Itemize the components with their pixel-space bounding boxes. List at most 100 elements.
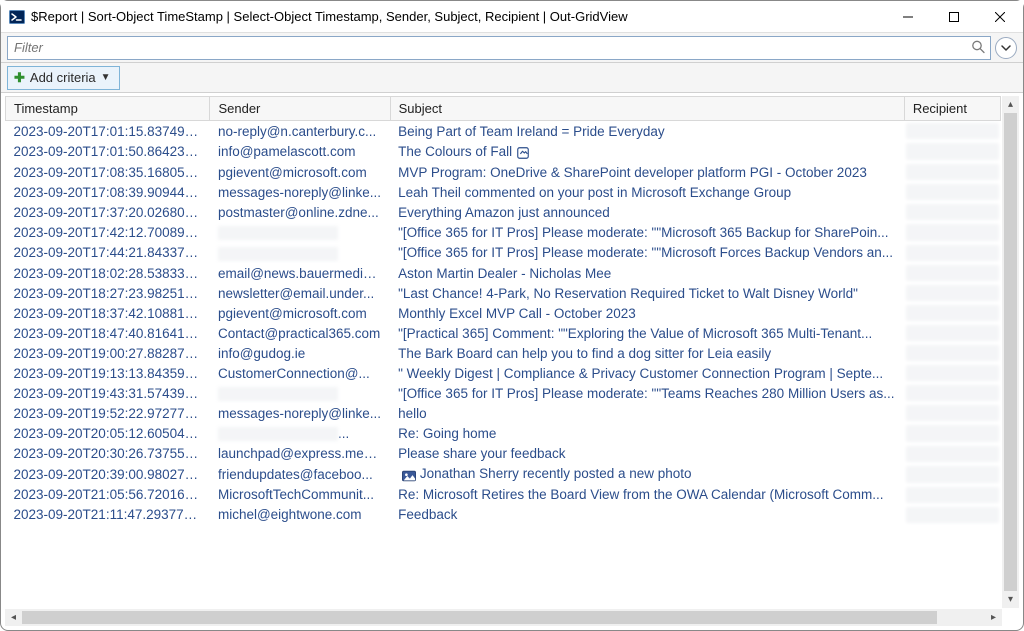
cell-timestamp: 2023-09-20T19:00:27.8828741Z [6, 343, 210, 363]
cell-sender: no-reply@n.canterbury.c... [210, 121, 390, 142]
scroll-thumb-horizontal[interactable] [22, 611, 937, 624]
cell-sender: messages-noreply@linke... [210, 182, 390, 202]
table-row[interactable]: 2023-09-20T17:08:39.9094494Zmessages-nor… [6, 182, 1001, 202]
redacted-text [906, 164, 998, 180]
cell-timestamp: 2023-09-20T19:43:31.5743977Z [6, 383, 210, 403]
cell-recipient [904, 303, 1000, 323]
column-header-recipient[interactable]: Recipient [904, 97, 1000, 121]
column-header-timestamp[interactable]: Timestamp [6, 97, 210, 121]
cell-recipient [904, 403, 1000, 423]
table-row[interactable]: 2023-09-20T18:02:28.5383311Zemail@news.b… [6, 263, 1001, 283]
scroll-left-arrow[interactable]: ◂ [5, 609, 22, 626]
cell-timestamp: 2023-09-20T18:02:28.5383311Z [6, 263, 210, 283]
redacted-text [218, 387, 338, 401]
cell-recipient [904, 162, 1000, 182]
cell-sender: CustomerConnection@... [210, 363, 390, 383]
table-row[interactable]: 2023-09-20T18:47:40.8164107ZContact@prac… [6, 323, 1001, 343]
scroll-right-arrow[interactable]: ▸ [985, 609, 1002, 626]
table-row[interactable]: 2023-09-20T17:37:20.0268048Zpostmaster@o… [6, 202, 1001, 222]
redacted-text [906, 345, 998, 361]
table-row[interactable]: 2023-09-20T19:13:13.8435997ZCustomerConn… [6, 363, 1001, 383]
scroll-up-arrow[interactable]: ▴ [1002, 96, 1019, 113]
cell-subject: "[Practical 365] Comment: ""Exploring th… [390, 323, 904, 343]
table-row[interactable]: 2023-09-20T20:05:12.6050473Z...Re: Going… [6, 423, 1001, 443]
redacted-text [218, 427, 338, 441]
cell-timestamp: 2023-09-20T17:01:15.8374959Z [6, 121, 210, 142]
cell-subject: "[Office 365 for IT Pros] Please moderat… [390, 243, 904, 263]
column-header-subject[interactable]: Subject [390, 97, 904, 121]
maximize-button[interactable] [931, 1, 977, 32]
cell-timestamp: 2023-09-20T20:39:00.9802794Z [6, 464, 210, 485]
cell-subject: Jonathan Sherry recently posted a new ph… [390, 464, 904, 485]
cell-sender: pgievent@microsoft.com [210, 162, 390, 182]
table-row[interactable]: 2023-09-20T21:05:56.7201624ZMicrosoftTec… [6, 485, 1001, 505]
cell-timestamp: 2023-09-20T17:01:50.8642389Z [6, 141, 210, 162]
redacted-text [906, 507, 998, 523]
minimize-button[interactable] [885, 1, 931, 32]
scroll-down-arrow[interactable]: ▾ [1002, 591, 1019, 608]
redacted-text [906, 123, 998, 139]
redacted-text [906, 265, 998, 281]
scroll-thumb-vertical[interactable] [1004, 113, 1017, 591]
cell-subject: MVP Program: OneDrive & SharePoint devel… [390, 162, 904, 182]
cell-timestamp: 2023-09-20T20:30:26.7375500Z [6, 444, 210, 464]
cell-sender: messages-noreply@linke... [210, 403, 390, 423]
close-button[interactable] [977, 1, 1023, 32]
cell-sender: email@news.bauermedia.... [210, 263, 390, 283]
cell-recipient [904, 464, 1000, 485]
cell-recipient [904, 222, 1000, 242]
filter-input[interactable] [7, 36, 991, 60]
table-row[interactable]: 2023-09-20T17:44:21.8433766Z"[Office 365… [6, 243, 1001, 263]
table-row[interactable]: 2023-09-20T19:43:31.5743977Z"[Office 365… [6, 383, 1001, 403]
redacted-text [218, 226, 338, 240]
table-row[interactable]: 2023-09-20T17:08:35.1680548Zpgievent@mic… [6, 162, 1001, 182]
redacted-text [906, 385, 998, 401]
table-row[interactable]: 2023-09-20T21:11:47.2937711Zmichel@eight… [6, 505, 1001, 525]
plus-icon: ✚ [14, 70, 25, 86]
vertical-scrollbar[interactable]: ▴ ▾ [1002, 96, 1019, 608]
table-row[interactable]: 2023-09-20T20:30:26.7375500Zlaunchpad@ex… [6, 444, 1001, 464]
cell-sender: postmaster@online.zdne... [210, 202, 390, 222]
redacted-text [906, 285, 998, 301]
search-icon[interactable] [971, 39, 985, 56]
cell-recipient [904, 383, 1000, 403]
cell-sender: ... [210, 423, 390, 443]
cell-subject: hello [390, 403, 904, 423]
table-row[interactable]: 2023-09-20T18:37:42.1088183Zpgievent@mic… [6, 303, 1001, 323]
cell-timestamp: 2023-09-20T17:08:39.9094494Z [6, 182, 210, 202]
cell-subject: The Colours of Fall [390, 141, 904, 162]
cell-recipient [904, 423, 1000, 443]
cell-timestamp: 2023-09-20T21:05:56.7201624Z [6, 485, 210, 505]
table-row[interactable]: 2023-09-20T17:01:15.8374959Zno-reply@n.c… [6, 121, 1001, 142]
cell-timestamp: 2023-09-20T17:42:12.7008942Z [6, 222, 210, 242]
data-grid[interactable]: Timestamp Sender Subject Recipient 2023-… [5, 96, 1001, 525]
cell-timestamp: 2023-09-20T18:27:23.9825125Z [6, 283, 210, 303]
column-header-sender[interactable]: Sender [210, 97, 390, 121]
cell-sender: friendupdates@faceboo... [210, 464, 390, 485]
cell-timestamp: 2023-09-20T19:13:13.8435997Z [6, 363, 210, 383]
chevron-down-icon: ▼ [101, 72, 111, 83]
cell-subject: The Bark Board can help you to find a do… [390, 343, 904, 363]
expand-options-button[interactable] [995, 37, 1017, 59]
table-row[interactable]: 2023-09-20T19:00:27.8828741Zinfo@gudog.i… [6, 343, 1001, 363]
grid-header-row: Timestamp Sender Subject Recipient [6, 97, 1001, 121]
table-row[interactable]: 2023-09-20T20:39:00.9802794Zfriendupdate… [6, 464, 1001, 485]
redacted-text [906, 224, 998, 240]
cell-timestamp: 2023-09-20T18:47:40.8164107Z [6, 323, 210, 343]
redacted-text [906, 204, 998, 220]
redacted-text [906, 184, 998, 200]
table-row[interactable]: 2023-09-20T17:01:50.8642389Zinfo@pamelas… [6, 141, 1001, 162]
cell-recipient [904, 323, 1000, 343]
table-row[interactable]: 2023-09-20T19:52:22.9727734Zmessages-nor… [6, 403, 1001, 423]
horizontal-scrollbar[interactable]: ◂ ▸ [5, 609, 1002, 626]
table-row[interactable]: 2023-09-20T17:42:12.7008942Z"[Office 365… [6, 222, 1001, 242]
cell-recipient [904, 444, 1000, 464]
cell-subject: Aston Martin Dealer - Nicholas Mee [390, 263, 904, 283]
powershell-icon [9, 9, 25, 25]
add-criteria-button[interactable]: ✚ Add criteria ▼ [7, 66, 120, 90]
cell-sender: info@gudog.ie [210, 343, 390, 363]
table-row[interactable]: 2023-09-20T18:27:23.9825125Znewsletter@e… [6, 283, 1001, 303]
titlebar: $Report | Sort-Object TimeStamp | Select… [1, 1, 1023, 33]
window-controls [885, 1, 1023, 32]
redacted-text [906, 466, 998, 483]
